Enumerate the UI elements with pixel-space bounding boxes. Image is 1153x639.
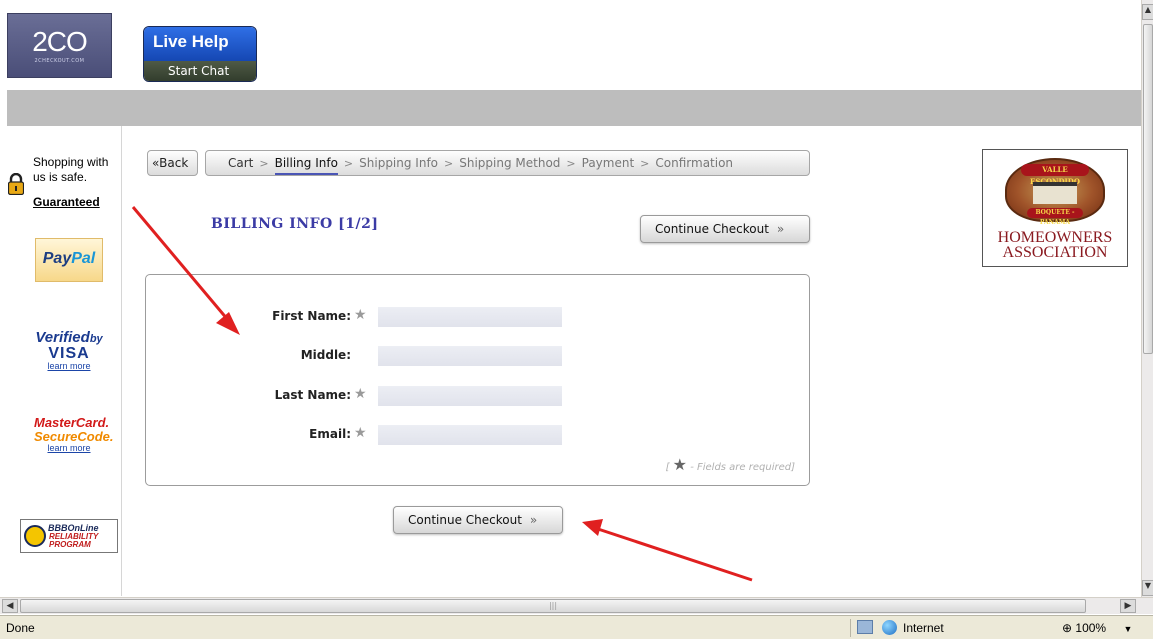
chevron-right-icon: > bbox=[640, 157, 650, 170]
email-input[interactable] bbox=[378, 425, 562, 445]
live-help-title: Live Help bbox=[144, 27, 256, 61]
2co-logo[interactable]: 2CO 2CHECKOUT.COM bbox=[7, 13, 112, 78]
logo-main-text: 2CO bbox=[32, 26, 88, 57]
first-name-input[interactable] bbox=[378, 307, 562, 327]
scroll-right-icon[interactable]: ▶ bbox=[1120, 599, 1136, 613]
step-confirmation: Confirmation bbox=[655, 156, 734, 170]
mc-text-2: SecureCode. bbox=[34, 429, 114, 444]
continue-checkout-button-top[interactable]: Continue Checkout » bbox=[640, 215, 810, 243]
page-title: BILLING INFO [1/2] bbox=[211, 216, 379, 232]
paypal-text-1: Pay bbox=[42, 250, 72, 267]
step-payment: Payment bbox=[581, 156, 635, 170]
hoa-emblem-icon: VALLE ESCONDIDO BOQUETE - PANAMA bbox=[1005, 158, 1105, 226]
last-name-label: Last Name: bbox=[274, 388, 351, 402]
logo-sub-text: 2CHECKOUT.COM bbox=[34, 58, 85, 64]
zoom-control[interactable]: ⊕ 100% ▼ bbox=[1062, 621, 1132, 635]
hoa-building-icon bbox=[1033, 182, 1077, 204]
required-star-icon: ★ bbox=[354, 386, 367, 402]
mc-text-1: MasterCard. bbox=[34, 415, 110, 430]
hoa-line-2: ASSOCIATION bbox=[1002, 244, 1108, 261]
status-bar: Done Internet ⊕ 100% ▼ bbox=[0, 615, 1153, 639]
live-help-button[interactable]: Live Help Start Chat bbox=[143, 26, 257, 82]
double-chevron-right-icon: » bbox=[776, 222, 785, 236]
required-fields-note: [ ★ - Fields are required] bbox=[666, 455, 795, 474]
vertical-scroll-thumb[interactable] bbox=[1143, 24, 1153, 354]
step-shipping-info: Shipping Info bbox=[359, 156, 439, 170]
middle-name-row: Middle: bbox=[146, 344, 811, 368]
verified-by-visa-logo[interactable]: Verifiedby VISA learn more bbox=[34, 330, 104, 371]
first-name-label: First Name: bbox=[272, 309, 351, 323]
step-cart[interactable]: Cart bbox=[228, 156, 253, 170]
vbv-text-1: Verified bbox=[35, 329, 90, 346]
homeowners-association-logo[interactable]: VALLE ESCONDIDO BOQUETE - PANAMA HOMEOWN… bbox=[982, 149, 1128, 267]
chevron-right-icon: > bbox=[444, 157, 454, 170]
last-name-input[interactable] bbox=[378, 386, 562, 406]
hoa-band-bottom: BOQUETE - PANAMA bbox=[1027, 208, 1083, 226]
chevron-right-icon: > bbox=[343, 157, 354, 170]
bbb-online-logo[interactable]: BBBOnLine RELIABILITY PROGRAM bbox=[20, 519, 118, 553]
checkout-steps-breadcrumb: Cart > Billing Info > Shipping Info > Shipping… bbox=[205, 150, 810, 176]
start-chat-label: Start Chat bbox=[144, 61, 256, 81]
paypal-text-2: Pal bbox=[71, 250, 96, 267]
last-name-row: Last Name: ★ bbox=[146, 384, 811, 408]
horizontal-scroll-thumb[interactable]: ||| bbox=[20, 599, 1086, 613]
header-gray-bar bbox=[7, 90, 1142, 126]
continue-checkout-button-bottom[interactable]: Continue Checkout » bbox=[393, 506, 563, 534]
magnifier-icon: ⊕ bbox=[1062, 621, 1073, 635]
zoom-level: 100% bbox=[1075, 621, 1107, 635]
hoa-band-top: VALLE ESCONDIDO bbox=[1021, 164, 1089, 186]
vertical-scrollbar[interactable]: ▲ ▼ bbox=[1141, 0, 1153, 597]
first-name-row: First Name: ★ bbox=[146, 305, 811, 329]
status-text: Done bbox=[6, 621, 35, 635]
browser-page: 2CO 2CHECKOUT.COM Live Help Start Chat S… bbox=[0, 0, 1153, 639]
required-star-icon: ★ bbox=[354, 307, 367, 323]
required-note-text: - Fields are required] bbox=[687, 462, 795, 473]
billing-form: First Name: ★ Middle: Last Name: ★ Email… bbox=[145, 274, 810, 486]
hoa-line-1: HOMEOWNERS bbox=[997, 229, 1113, 246]
guaranteed-link[interactable]: Guaranteed bbox=[33, 195, 100, 209]
zone-text: Internet bbox=[903, 621, 944, 635]
mastercard-securecode-logo[interactable]: MasterCard. SecureCode. learn more bbox=[34, 415, 114, 454]
security-zone-icon bbox=[857, 620, 873, 634]
chevron-right-icon: > bbox=[566, 157, 576, 170]
left-sidebar: Shopping with us is safe. Guaranteed Pay… bbox=[7, 126, 122, 596]
mc-learn-more-link[interactable]: learn more bbox=[34, 443, 104, 453]
middle-name-input[interactable] bbox=[378, 346, 562, 366]
required-note-open: [ bbox=[665, 462, 673, 473]
safe-text: Shopping with us is safe. bbox=[33, 155, 109, 184]
email-row: Email: ★ bbox=[146, 423, 811, 447]
step-billing-info[interactable]: Billing Info bbox=[274, 156, 338, 175]
required-star-icon: ★ bbox=[354, 425, 367, 441]
email-label: Email: bbox=[309, 427, 351, 441]
vbv-text-2: VISA bbox=[48, 345, 90, 362]
scroll-left-icon[interactable]: ◀ bbox=[2, 599, 18, 613]
red-arrow-icon bbox=[582, 519, 753, 582]
continue-checkout-label: Continue Checkout bbox=[655, 222, 769, 236]
scroll-up-icon[interactable]: ▲ bbox=[1142, 4, 1153, 20]
vbv-learn-more-link[interactable]: learn more bbox=[34, 361, 104, 371]
required-star-icon: ★ bbox=[672, 455, 688, 474]
chevron-down-icon: ▼ bbox=[1123, 624, 1133, 634]
security-zone[interactable]: Internet bbox=[850, 619, 1028, 637]
horizontal-scrollbar[interactable]: ◀ ||| ▶ bbox=[0, 597, 1153, 614]
step-shipping-method: Shipping Method bbox=[459, 156, 561, 170]
padlock-icon bbox=[8, 173, 24, 195]
paypal-logo[interactable]: PayPal bbox=[35, 238, 103, 282]
bbb-seal-icon bbox=[24, 525, 46, 547]
bbb-text-3: PROGRAM bbox=[49, 540, 91, 549]
middle-name-label: Middle: bbox=[300, 348, 351, 362]
back-button[interactable]: «Back bbox=[147, 150, 198, 176]
chevron-right-icon: > bbox=[259, 157, 269, 170]
globe-icon bbox=[882, 620, 897, 635]
scroll-down-icon[interactable]: ▼ bbox=[1142, 580, 1153, 596]
vbv-by: by bbox=[89, 333, 103, 345]
double-chevron-right-icon: » bbox=[529, 513, 538, 527]
continue-checkout-label: Continue Checkout bbox=[408, 513, 522, 527]
